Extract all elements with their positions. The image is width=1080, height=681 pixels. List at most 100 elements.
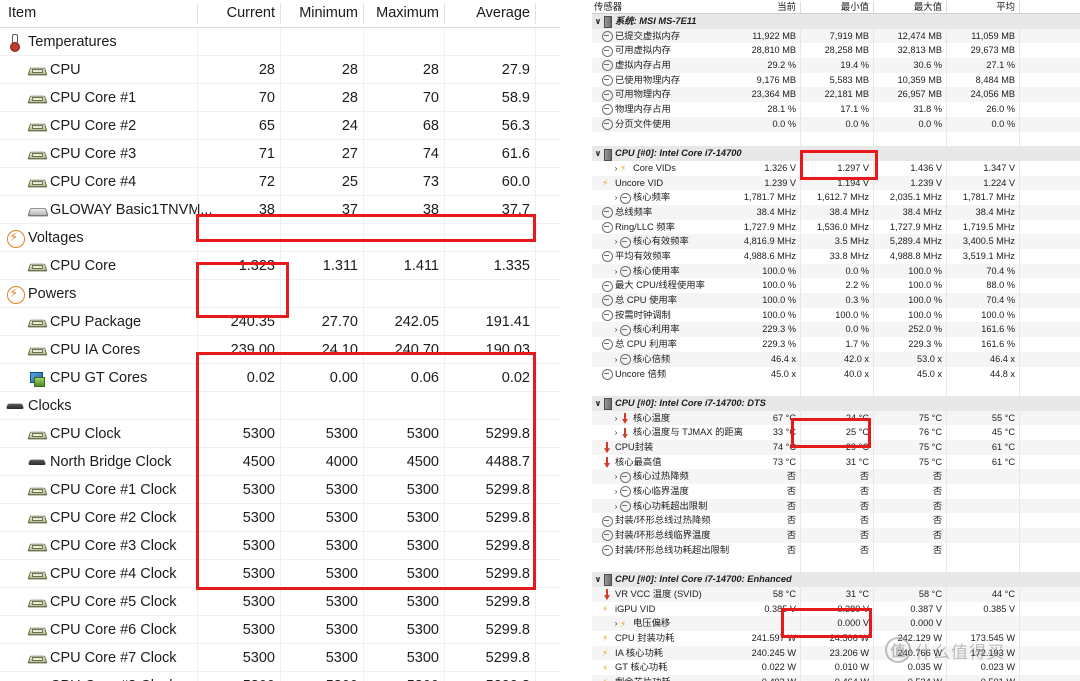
chevron-right-icon[interactable]: ›	[612, 499, 620, 514]
hwmonitor-row[interactable]: CPU Core #1 70 28 70 58.9	[0, 84, 560, 112]
hwmonitor-row[interactable]: CPU Core #7 Clock 5300 5300 5300 5299.8	[0, 644, 560, 672]
hwinfo-row[interactable]: 分页文件使用 0.0 % 0.0 % 0.0 % 0.0 %	[592, 116, 1080, 132]
cell-current: 5300	[242, 482, 275, 498]
chevron-down-icon[interactable]: ∨	[594, 396, 602, 411]
hwinfo-row[interactable]: › 核心过热降频 否 否 否	[592, 469, 1080, 484]
hwinfo-row[interactable]: 核心最高值 73 °C 31 °C 75 °C 61 °C	[592, 454, 1080, 470]
hwinfo-row[interactable]: 已使用物理内存 9,176 MB 5,583 MB 10,359 MB 8,484 MB	[592, 72, 1080, 88]
chevron-right-icon[interactable]: ›	[612, 322, 620, 337]
column-header-maximum[interactable]: 最大值	[869, 0, 942, 13]
hwinfo-row[interactable]: › 核心温度与 TJMAX 的距离 33 °C 25 °C 76 °C 45 °C	[592, 425, 1080, 440]
hwinfo-row[interactable]: 总 CPU 使用率 100.0 % 0.3 % 100.0 % 70.4 %	[592, 293, 1080, 308]
column-header-average[interactable]: 平均	[942, 0, 1015, 13]
chevron-right-icon[interactable]: ›	[612, 484, 620, 499]
column-header-minimum[interactable]: 最小值	[796, 0, 869, 13]
hwinfo-row[interactable]	[592, 381, 1080, 396]
chevron-right-icon[interactable]: ›	[612, 264, 620, 279]
column-header-maximum[interactable]: Maximum	[363, 0, 439, 27]
hwmonitor-row[interactable]: CPU Core #5 Clock 5300 5300 5300 5299.8	[0, 588, 560, 616]
hwmonitor-row[interactable]: CPU Clock 5300 5300 5300 5299.8	[0, 420, 560, 448]
hwinfo-row[interactable]: GT 核心功耗 0.022 W 0.010 W 0.035 W 0.023 W	[592, 660, 1080, 675]
hwinfo-row[interactable]: 剩余芯片功耗 0.493 W0.464 W0.534 W0.501 W	[592, 674, 1080, 681]
chevron-right-icon[interactable]: ›	[612, 161, 620, 176]
hwinfo-section-header[interactable]: ∨ CPU [#0]: Intel Core i7-14700: Enhanced	[592, 572, 1080, 587]
hwmonitor-row[interactable]: CPU GT Cores 0.02 0.00 0.06 0.02	[0, 364, 560, 392]
hwinfo-row[interactable]: 按需时钟调制 100.0 % 100.0 % 100.0 % 100.0 %	[592, 307, 1080, 323]
hwmonitor-row[interactable]: CPU Core #4 72 25 73 60.0	[0, 168, 560, 196]
hwmonitor-row[interactable]: Voltages	[0, 224, 560, 252]
chevron-right-icon[interactable]: ›	[612, 616, 620, 631]
hwinfo-row[interactable]: VR VCC 温度 (SVID) 58 °C 31 °C 58 °C 44 °C	[592, 586, 1080, 602]
column-separator	[873, 131, 874, 147]
hwmonitor-row[interactable]: CPU Core #1 Clock 5300 5300 5300 5299.8	[0, 476, 560, 504]
hwinfo-row[interactable]: 封装/环形总线功耗超出限制 否 否 否	[592, 542, 1080, 558]
hwmonitor-row[interactable]: GLOWAY Basic1TNVM... 38 37 38 37.7	[0, 196, 560, 224]
chevron-right-icon[interactable]: ›	[612, 411, 620, 426]
hwinfo-section-header[interactable]: ∨ 系统: MSI MS-7E11	[592, 14, 1080, 29]
hwinfo-row[interactable]: Uncore 倍频 45.0 x 40.0 x 45.0 x 44.8 x	[592, 366, 1080, 382]
hwinfo-section-header[interactable]: ∨ CPU [#0]: Intel Core i7-14700	[592, 146, 1080, 161]
chip-icon	[28, 649, 46, 667]
chevron-right-icon[interactable]: ›	[612, 190, 620, 205]
hwinfo-row[interactable]: 可用虚拟内存 28,810 MB 28,258 MB 32,813 MB 29,673 …	[592, 43, 1080, 59]
hwinfo-row[interactable]: › 核心功耗超出限制 否 否 否	[592, 498, 1080, 514]
hwmonitor-row[interactable]: North Bridge Clock 4500 4000 4500 4488.7	[0, 448, 560, 476]
hwinfo-row[interactable]	[592, 557, 1080, 573]
hwinfo-row[interactable]: › 核心临界温度 否 否 否	[592, 484, 1080, 499]
hwmonitor-row[interactable]: CPU Core #2 65 24 68 56.3	[0, 112, 560, 140]
hwinfo-row[interactable]: Ring/LLC 频率 1,727.9 MHz 1,536.0 MHz 1,727.9…	[592, 219, 1080, 235]
hwinfo-row[interactable]: › 核心使用率 100.0 % 0.0 % 100.0 % 70.4 %	[592, 263, 1080, 279]
hwinfo-row[interactable]: › Core VIDs 1.326 V 1.297 V 1.436 V 1.347 V	[592, 160, 1080, 176]
hwinfo-row[interactable]: Uncore VID 1.239 V 1.194 V 1.239 V 1.224 V	[592, 175, 1080, 191]
chevron-right-icon[interactable]: ›	[612, 469, 620, 484]
column-header-item[interactable]: Item	[8, 0, 188, 27]
hwinfo-row[interactable]: 最大 CPU/线程使用率 100.0 % 2.2 % 100.0 % 88.0 %	[592, 278, 1080, 294]
cell-current: 240.245 W	[751, 647, 796, 658]
hwmonitor-row[interactable]: Powers	[0, 280, 560, 308]
chevron-down-icon[interactable]: ∨	[594, 14, 602, 29]
hwinfo-row[interactable]: › 核心利用率 229.3 % 0.0 % 252.0 % 161.6 %	[592, 322, 1080, 338]
hwmonitor-row[interactable]: CPU 28 28 28 27.9	[0, 56, 560, 84]
hwmonitor-row[interactable]: CPU Core #3 71 27 74 61.6	[0, 140, 560, 168]
chevron-right-icon[interactable]: ›	[612, 425, 620, 440]
hwinfo-row[interactable]: › 核心频率 1,781.7 MHz 1,612.7 MHz 2,035.1 MHz 1,…	[592, 190, 1080, 205]
chevron-right-icon[interactable]: ›	[612, 234, 620, 249]
hwinfo-row[interactable]: 已提交虚拟内存 11,922 MB 7,919 MB 12,474 MB 11,059 …	[592, 28, 1080, 44]
hwmonitor-row[interactable]: CPU Core #8 Clock 5300 5300 5300 5299.8	[0, 672, 560, 681]
hwmonitor-row[interactable]: Clocks	[0, 392, 560, 420]
hwinfo-row[interactable]: 平均有效频率 4,988.6 MHz 33.8 MHz 4,988.8 MHz 3,51…	[592, 249, 1080, 264]
hwinfo-row[interactable]: 总线频率 38.4 MHz 38.4 MHz 38.4 MHz 38.4 MHz	[592, 204, 1080, 220]
hwinfo-row[interactable]: 总 CPU 利用率 229.3 % 1.7 % 229.3 % 161.6 %	[592, 337, 1080, 352]
column-header-minimum[interactable]: Minimum	[280, 0, 358, 27]
hwinfo-row[interactable]: › 核心温度 67 °C 24 °C 75 °C 55 °C	[592, 410, 1080, 426]
chevron-right-icon[interactable]: ›	[612, 352, 620, 367]
hwinfo-row[interactable]: iGPU VID 0.385 V 0.380 V 0.387 V 0.385 V	[592, 601, 1080, 617]
hwinfo-row[interactable]: CPU 封装功耗 241.597 W 24.506 W 242.129 W 173.54…	[592, 630, 1080, 646]
hwinfo-row[interactable]: 虚拟内存占用 29.2 % 19.4 % 30.6 % 27.1 %	[592, 58, 1080, 73]
hwmonitor-row[interactable]: CPU Core #3 Clock 5300 5300 5300 5299.8	[0, 532, 560, 560]
chevron-down-icon[interactable]: ∨	[594, 146, 602, 161]
chevron-down-icon[interactable]: ∨	[594, 572, 602, 587]
hwmonitor-row[interactable]: CPU IA Cores 239.00 24.10 240.70 190.03	[0, 336, 560, 364]
hwinfo-row[interactable]: › 核心有效频率 4,816.9 MHz 3.5 MHz 5,289.4 MHz 3,40…	[592, 234, 1080, 249]
hwinfo-row[interactable]	[592, 131, 1080, 147]
hwmonitor-row[interactable]: CPU Core #4 Clock 5300 5300 5300 5299.8	[0, 560, 560, 588]
hwinfo-row[interactable]: 封装/环形总线临界温度 否 否 否	[592, 528, 1080, 543]
column-header-current[interactable]: Current	[197, 0, 275, 27]
hwinfo-section-header[interactable]: ∨ CPU [#0]: Intel Core i7-14700: DTS	[592, 395, 1080, 411]
column-header-current[interactable]: 当前	[722, 0, 796, 13]
hwinfo-row[interactable]: 可用物理内存 23,364 MB 22,181 MB 26,957 MB 24,056 …	[592, 87, 1080, 103]
hwinfo-row[interactable]: › 核心倍频 46.4 x 42.0 x 53.0 x 46.4 x	[592, 351, 1080, 367]
hwmonitor-row[interactable]: CPU Package 240.35 27.70 242.05 191.41	[0, 308, 560, 336]
hwinfo-row[interactable]: 物理内存占用 28.1 % 17.1 % 31.8 % 26.0 %	[592, 102, 1080, 117]
row-label-cell: › 核心频率	[612, 190, 670, 205]
hwinfo-row[interactable]: CPU封装 74 °C 29 °C 75 °C 61 °C	[592, 439, 1080, 455]
hwinfo-row[interactable]: › 电压偏移 0.000 V 0.000 V	[592, 616, 1080, 631]
hwmonitor-row[interactable]: CPU Core #2 Clock 5300 5300 5300 5299.8	[0, 504, 560, 532]
hwinfo-row[interactable]: 封装/环形总线过热降频 否 否 否	[592, 513, 1080, 529]
column-header-average[interactable]: Average	[444, 0, 530, 27]
hwmonitor-row[interactable]: CPU Core 1.323 1.311 1.411 1.335	[0, 252, 560, 280]
hwinfo-row[interactable]: IA 核心功耗 240.245 W 23.206 W 240.766 W 172.193…	[592, 645, 1080, 661]
hwmonitor-row[interactable]: Temperatures	[0, 28, 560, 56]
hwmonitor-row[interactable]: CPU Core #6 Clock 5300 5300 5300 5299.8	[0, 616, 560, 644]
